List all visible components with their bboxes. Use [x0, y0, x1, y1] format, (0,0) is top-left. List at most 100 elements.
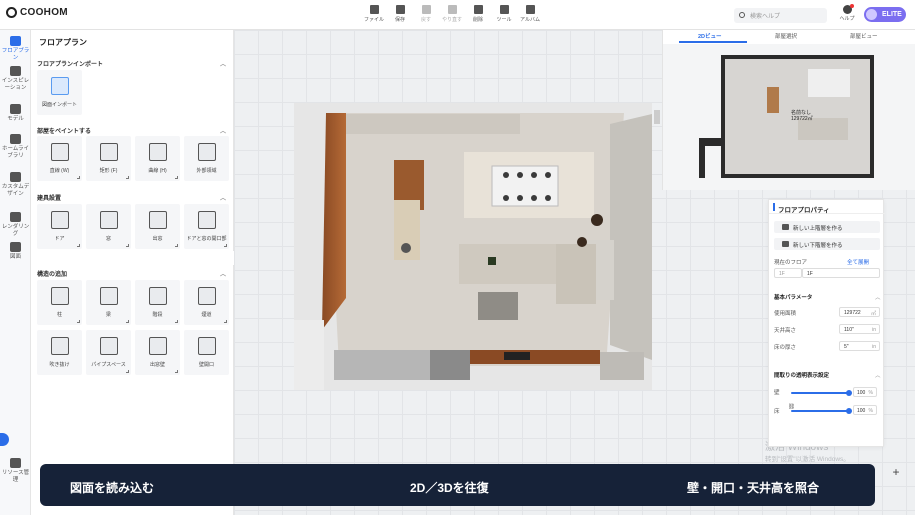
- minimap[interactable]: 名前なし 129722㎡: [663, 44, 915, 190]
- floor-thickness-input[interactable]: 5" in: [839, 341, 880, 351]
- rail-item-drawing[interactable]: 図面: [0, 242, 31, 261]
- floor-opacity-input[interactable]: 100%: [853, 405, 877, 415]
- banner-center-text: 2D／3Dを往復: [410, 481, 489, 495]
- chat-bubble-icon[interactable]: [0, 433, 9, 446]
- beam-icon: [99, 287, 118, 305]
- toolbar-delete-button[interactable]: 削除: [467, 3, 489, 27]
- card-label: 煙道: [201, 312, 212, 318]
- rail-item-home-library[interactable]: ホームライブラリ: [0, 134, 31, 160]
- bay-wall-card[interactable]: 出窓壁: [135, 330, 180, 375]
- rail-item-inspiration[interactable]: インスピレーション: [0, 66, 31, 92]
- toolbar-save-button[interactable]: 保存: [389, 3, 411, 27]
- section-fixtures[interactable]: 建具設置 ︿: [37, 193, 230, 202]
- section-title: フロアプランインポート: [37, 62, 104, 68]
- add-button[interactable]: +: [888, 464, 904, 480]
- void-card[interactable]: 吹き抜け: [37, 330, 82, 375]
- draw-wall-rect-card[interactable]: 矩形 (F): [86, 136, 131, 181]
- add-lower-floor-button[interactable]: 新しい下階層を作る: [774, 238, 880, 250]
- search-input[interactable]: 検索ヘルプ: [734, 8, 827, 23]
- toolbar-file-button[interactable]: ファイル: [363, 3, 385, 27]
- user-avatar[interactable]: ELITE: [864, 7, 906, 22]
- save-icon: [395, 5, 405, 14]
- opening-card[interactable]: ドアと窓の開口部: [184, 204, 229, 249]
- wall-opacity-slider[interactable]: [791, 389, 852, 396]
- window-card[interactable]: 窓: [86, 204, 131, 249]
- floor-opacity-slider[interactable]: [791, 407, 852, 414]
- basic-params-section[interactable]: 基本パラメータ ︿: [774, 293, 881, 301]
- floor-prefix-field[interactable]: 1F: [774, 268, 802, 278]
- card-label: ドア: [54, 236, 65, 242]
- logo-text: COOHOM: [20, 7, 68, 18]
- rail-item-floorplan[interactable]: フロアプラン: [0, 36, 31, 62]
- button-label: 新しい下階層を作る: [793, 243, 843, 249]
- slider-knob[interactable]: [846, 407, 852, 414]
- transparency-section[interactable]: 間取りの透明表示設定 ︿: [774, 371, 881, 379]
- card-label: 外部領域: [196, 168, 217, 174]
- toolbar-redo-button[interactable]: やり直す: [441, 3, 463, 27]
- floor-name-input[interactable]: 1F: [802, 268, 880, 278]
- rail-item-resource[interactable]: リソース管理: [0, 458, 31, 484]
- rail-item-custom-design[interactable]: カスタムデザイン: [0, 172, 31, 198]
- tab-room-select[interactable]: 部屋選択: [775, 32, 797, 40]
- ceiling-input[interactable]: 110" in: [839, 324, 880, 334]
- props-header: フロアプロパティ: [769, 200, 885, 214]
- stairs-card[interactable]: 階段: [135, 280, 180, 325]
- tab-room-view[interactable]: 部屋ビュー: [850, 32, 878, 40]
- floor-thickness-unit: in: [872, 344, 876, 350]
- wall-opacity-input[interactable]: 100%: [853, 387, 877, 397]
- floor-opacity-label: 床: [774, 409, 780, 415]
- undo-icon: [421, 5, 431, 14]
- drawing-icon: [10, 242, 21, 252]
- app-logo[interactable]: COOHOM: [6, 7, 68, 18]
- camera-icon: [10, 212, 21, 222]
- corner-mark-icon: [126, 320, 129, 323]
- help-icon: [842, 4, 854, 14]
- area-label: 使用面積: [774, 311, 797, 317]
- rail-item-model[interactable]: モデル: [0, 104, 31, 123]
- toolbar-tool-button[interactable]: ツール: [493, 3, 515, 27]
- top-bar: COOHOM ファイル 保存 戻す やり直す 削除 ツール アルバム 検索ヘルプ…: [0, 0, 915, 30]
- area-input[interactable]: 129722 ㎡: [839, 307, 880, 317]
- section-import[interactable]: フロアプランインポート ︿: [37, 59, 230, 68]
- help-button[interactable]: ヘルプ: [838, 4, 856, 27]
- percent-unit: %: [868, 408, 873, 414]
- card-label: パイプスペース: [91, 362, 126, 368]
- rail-label: インスピレーション: [1, 78, 30, 91]
- import-drawing-card[interactable]: 図面インポート: [37, 70, 82, 115]
- chevron-up-icon: ︿: [875, 373, 881, 379]
- card-label: 曲線 (H): [148, 168, 167, 174]
- toolbar-album-button[interactable]: アルバム: [519, 3, 541, 27]
- floor-expand-link[interactable]: 全て展開: [847, 258, 869, 266]
- toolbar-label: 削除: [472, 17, 483, 23]
- pillar-card[interactable]: 柱: [37, 280, 82, 325]
- wall-opening-card[interactable]: 壁開口: [184, 330, 229, 375]
- corner-mark-icon: [175, 320, 178, 323]
- add-upper-floor-button[interactable]: 新しい上階層を作る: [774, 221, 880, 233]
- title-accent-bar: [773, 203, 775, 211]
- section-paint-room[interactable]: 部屋をペイントする ︿: [37, 126, 230, 135]
- toolbar-undo-button[interactable]: 戻す: [415, 3, 437, 27]
- flue-icon: [197, 287, 216, 305]
- window-icon: [99, 211, 118, 229]
- flue-card[interactable]: 煙道: [184, 280, 229, 325]
- section-title: 基本パラメータ: [774, 295, 813, 301]
- door-card[interactable]: ドア: [37, 204, 82, 249]
- button-label: 新しい上階層を作る: [793, 226, 843, 232]
- ceiling-label: 天井高さ: [774, 328, 797, 334]
- wall-opacity-value: 100: [857, 390, 866, 396]
- rail-label: ホームライブラリ: [1, 146, 30, 159]
- draw-wall-curve-card[interactable]: 曲線 (H): [135, 136, 180, 181]
- bulb-icon: [10, 66, 21, 76]
- pipe-space-card[interactable]: パイプスペース: [86, 330, 131, 375]
- beam-card[interactable]: 梁: [86, 280, 131, 325]
- tab-2d-view[interactable]: 2Dビュー: [698, 32, 722, 40]
- outer-area-card[interactable]: 外部領域: [184, 136, 229, 181]
- draw-wall-straight-card[interactable]: 直線 (W): [37, 136, 82, 181]
- slider-knob[interactable]: [846, 389, 852, 396]
- sofa-chaise: [556, 244, 596, 304]
- rail-item-rendering[interactable]: レンダリング: [0, 212, 31, 238]
- cushion: [488, 257, 496, 265]
- section-structure[interactable]: 構造の追加 ︿: [37, 269, 230, 278]
- bay-window-card[interactable]: 出窓: [135, 204, 180, 249]
- toolbar-label: やり直す: [441, 17, 462, 23]
